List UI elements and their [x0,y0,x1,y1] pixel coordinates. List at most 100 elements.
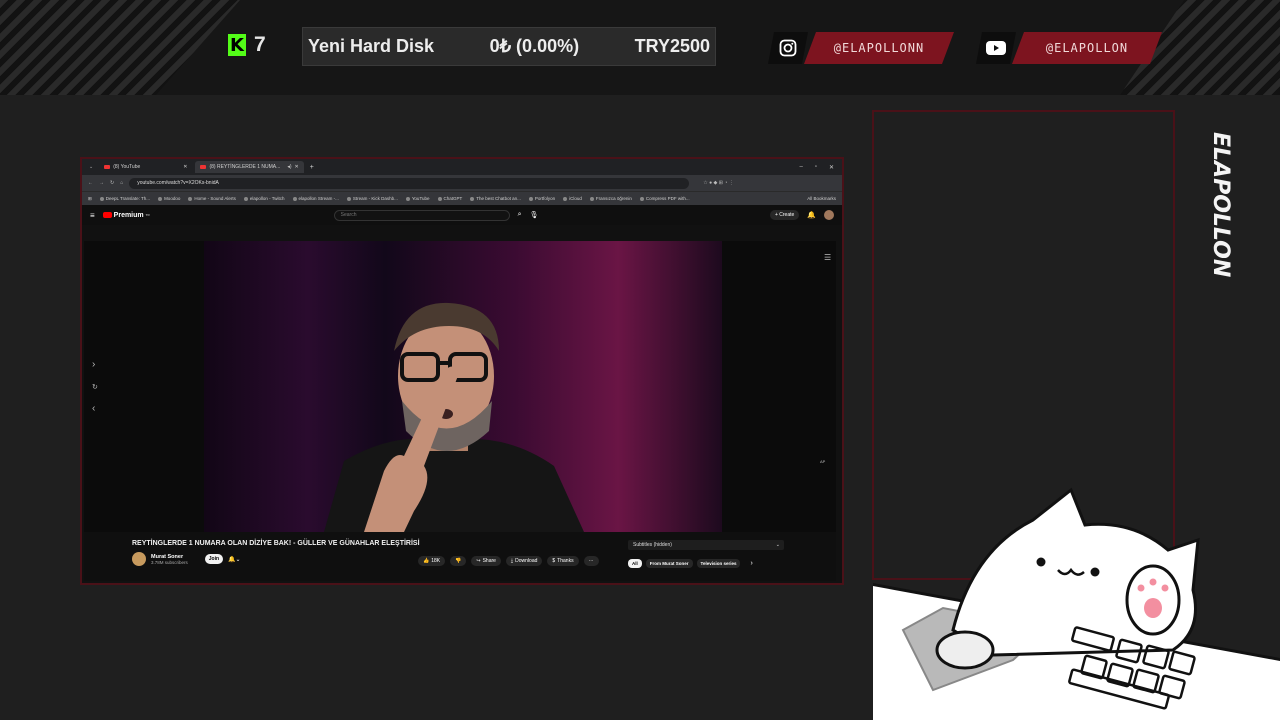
mic-icon[interactable]: 🎙 [530,211,539,219]
bookmark-favicon-icon [292,196,297,201]
bookmark-label: iCloud [569,196,582,201]
maximize-icon[interactable]: ▫ [815,164,817,171]
back-icon[interactable]: ← [88,180,93,186]
reload-icon[interactable]: ↻ [110,180,114,186]
bookmark-item[interactable]: elapollon Stream -... [292,196,339,201]
thanks-button[interactable]: $ Thanks [547,556,579,566]
minimize-icon[interactable]: – [799,164,802,171]
apps-icon[interactable]: ⊞ [88,196,92,202]
bell-icon[interactable]: 🔔 [807,211,816,219]
channel-avatar[interactable] [132,552,146,566]
all-bookmarks-button[interactable]: All Bookmarks [807,196,842,201]
address-bar-row: ← → ↻ ⌂ youtube.com/watch?v=X2OKs-bnidA … [82,175,842,191]
bookmark-item[interactable]: Home - Sound Alerts [188,196,236,201]
subtitles-dropdown[interactable]: Subtitles (hidden) ⌄ [628,540,784,550]
close-window-icon[interactable]: ✕ [829,164,834,171]
close-icon[interactable]: ✕ [183,164,187,170]
bookmark-label: ChatGPT [443,196,463,201]
bookmark-item[interactable]: Moodoo [158,196,180,201]
bookmark-item[interactable]: ChatGPT [437,196,463,201]
viewer-count: 7 [254,33,266,56]
autoplay-label[interactable]: AP [820,459,825,464]
kick-icon: K [228,34,246,56]
youtube-favicon-icon [200,165,207,169]
bookmark-label: Moodoo [164,196,181,201]
goal-label: Yeni Hard Disk [308,36,435,56]
bookmark-item[interactable]: DeepL Translate: Th... [99,196,150,201]
search-input[interactable]: Search [333,209,510,221]
chip-television-series[interactable]: Television series [696,559,741,568]
bookmark-item[interactable]: Compress PDF with... [639,196,690,201]
youtube-logo[interactable]: Premium TR [102,212,150,219]
tab-search-icon[interactable]: ⌄ [86,164,96,170]
bookmark-item[interactable]: elapollon - Twitch [243,196,285,201]
channel-name[interactable]: Murat Soner [151,554,188,560]
video-info-bar: REYTİNGLERDE 1 NUMARA OLAN DİZİYE BAK! -… [84,532,836,581]
video-title: REYTİNGLERDE 1 NUMARA OLAN DİZİYE BAK! -… [132,540,420,547]
bookmark-label: The best Chatbot an... [476,196,521,201]
url-text: youtube.com/watch?v=X2OKs-bnidA [137,180,219,186]
bookmark-label: elapollon Stream -... [298,196,339,201]
share-icon: ↪ [476,558,481,564]
search-icon[interactable]: ⌕ [518,211,522,219]
bongo-cat-illustration [873,487,1280,720]
more-button[interactable]: ··· [583,556,599,566]
bookmark-label: Compress PDF with... [645,196,690,201]
bookmark-favicon-icon [528,196,533,201]
chevron-right-icon[interactable]: › [750,560,752,567]
download-label: Download [515,558,538,564]
forward-icon[interactable]: → [99,180,104,186]
next-chevron-icon[interactable]: › [92,359,95,370]
stream-overlay: K 7 Yeni Hard Disk 0₺ (0.00%) TRY2500 @E… [0,0,1280,720]
bookmark-favicon-icon [589,196,594,201]
download-icon: ⤓ [510,558,514,564]
youtube-favicon-icon [104,165,111,169]
chip-all[interactable]: All [628,559,642,568]
prev-chevron-icon[interactable]: ‹ [92,403,95,414]
bookmark-label: Stream - Kick Dashb... [352,196,398,201]
bookmark-label: Fransızca öğrenin [595,196,632,201]
thumbs-up-icon: 👍 [423,558,430,564]
goal-target: TRY2500 [634,36,710,56]
notification-bell-icon[interactable]: 🔔⌄ [228,556,241,563]
join-button[interactable]: Join [204,554,224,564]
bookmark-favicon-icon [158,196,163,201]
dislike-button[interactable]: 👎 [450,556,467,566]
extensions-icon[interactable]: ☆ ● ◆ ⊞ ◔ ⋮ [703,180,734,186]
bookmark-item[interactable]: YouTube [405,196,430,201]
like-button[interactable]: 👍 18K [418,556,446,566]
download-button[interactable]: ⤓ Download [505,556,543,566]
video-frame-person [324,302,584,532]
bookmark-item[interactable]: iCloud [563,196,582,201]
create-button[interactable]: + Create [769,210,800,220]
home-icon[interactable]: ⌂ [120,180,123,186]
bookmark-favicon-icon [243,196,248,201]
bookmark-item[interactable]: Stream - Kick Dashb... [346,196,398,201]
menu-icon[interactable]: ≡ [90,211,95,220]
chevron-down-icon: ⌄ [775,542,780,548]
create-label: Create [779,212,795,218]
browser-tab[interactable]: (8) YouTube ✕ [99,161,192,173]
goal-progress: 0₺ (0.00%) [489,36,580,56]
bookmark-favicon-icon [437,196,442,201]
bookmark-item[interactable]: Fransızca öğrenin [589,196,632,201]
like-count: 18K [431,558,441,564]
url-field[interactable]: youtube.com/watch?v=X2OKs-bnidA [129,177,690,189]
bookmark-item[interactable]: The best Chatbot an... [470,196,521,201]
close-icon[interactable]: ✕ [295,164,299,170]
bookmark-favicon-icon [470,196,475,201]
bookmark-item[interactable]: Portfolyon [528,196,555,201]
browser-tab-active[interactable]: (8) REYTİNGLERDE 1 NUMA... ◂) ✕ [195,161,304,173]
avatar[interactable] [824,210,834,220]
replay-icon[interactable]: ↻ [92,383,98,391]
video-actions: 👍 18K 👎 ↪ Share ⤓ Download $ Thanks ··· [418,556,599,566]
video-player[interactable]: › ↻ ‹ ☰ AP [84,241,836,532]
thanks-icon: $ [552,558,556,564]
bookmark-favicon-icon [188,196,193,201]
youtube-icon [976,32,1016,64]
share-button[interactable]: ↪ Share [471,556,501,566]
list-icon[interactable]: ☰ [824,253,831,262]
new-tab-button[interactable]: + [307,164,314,171]
chip-from-channel[interactable]: From Murat Soner [645,559,693,568]
instagram-icon [768,32,808,64]
